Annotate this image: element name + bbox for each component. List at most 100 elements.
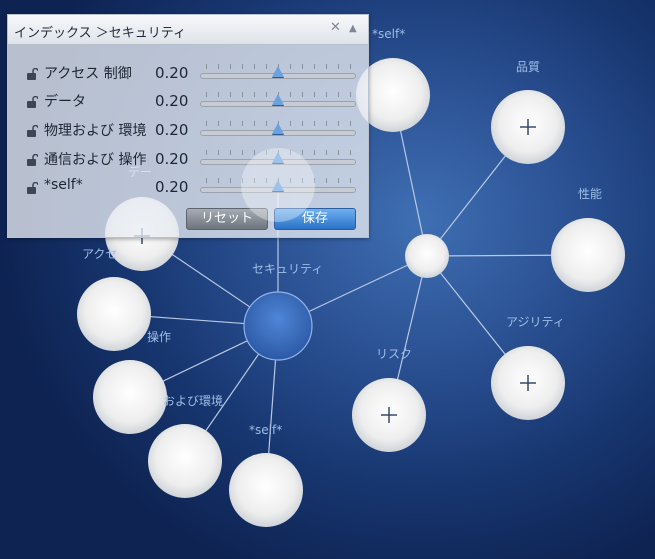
slider-tick	[266, 150, 267, 155]
slider-tick	[254, 64, 255, 69]
slider-tick	[314, 121, 315, 126]
slider-thumb[interactable]	[272, 123, 284, 134]
weight-slider[interactable]	[200, 145, 356, 171]
slider-tick	[218, 64, 219, 69]
slider-tick	[338, 150, 339, 155]
slider-tick	[350, 150, 351, 155]
slider-tick	[290, 92, 291, 97]
weight-value: 0.20	[155, 121, 189, 139]
slider-thumb[interactable]	[272, 66, 284, 77]
reset-button[interactable]: リセット	[186, 208, 268, 230]
weight-row: アクセス 制御 0.20	[8, 59, 368, 85]
slider-tick	[230, 178, 231, 183]
slider-tick	[290, 121, 291, 126]
weight-slider[interactable]	[200, 116, 356, 142]
weight-slider[interactable]	[200, 59, 356, 85]
security-label: セキュリティ	[252, 262, 323, 276]
slider-tick	[242, 92, 243, 97]
slider-tick	[206, 121, 207, 126]
weight-value: 0.20	[155, 92, 189, 110]
weight-label: 通信および 操作	[44, 152, 147, 168]
slider-tick	[302, 92, 303, 97]
self-top-label: *self*	[372, 27, 405, 41]
weight-slider[interactable]	[200, 87, 356, 113]
weight-label: 物理および 環境	[44, 123, 147, 139]
weight-value: 0.20	[155, 150, 189, 168]
slider-tick	[314, 64, 315, 69]
close-icon[interactable]: ✕	[330, 20, 341, 35]
phys-env-node[interactable]	[93, 360, 167, 434]
security-node[interactable]	[243, 291, 313, 361]
slider-tick	[314, 150, 315, 155]
performance-node[interactable]	[551, 218, 625, 292]
slider-tick	[266, 121, 267, 126]
phys-env-label: および環境	[163, 393, 223, 408]
weight-label: データ	[44, 94, 86, 110]
slider-tick	[254, 121, 255, 126]
slider-tick	[290, 64, 291, 69]
hub-node[interactable]	[405, 234, 449, 278]
slider-thumb[interactable]	[272, 152, 284, 163]
collapse-up-icon[interactable]: ▲	[349, 23, 357, 34]
quality-label: 品質	[516, 59, 540, 74]
data-node[interactable]	[148, 424, 222, 498]
weights-panel: インデックス ＞セキュリティ ✕ ▲ アクセス 制御 0.20 データ 0.20 物理お…	[7, 14, 369, 238]
weight-row: *self* 0.20	[8, 173, 368, 199]
slider-tick	[350, 178, 351, 183]
lock-icon[interactable]	[26, 68, 38, 80]
save-button[interactable]: 保存	[274, 208, 356, 230]
slider-tick	[242, 178, 243, 183]
slider-thumb[interactable]	[272, 94, 284, 105]
slider-tick	[338, 64, 339, 69]
lock-icon[interactable]	[26, 125, 38, 137]
lock-icon[interactable]	[26, 96, 38, 108]
weight-row: データ 0.20	[8, 87, 368, 113]
slider-tick	[206, 150, 207, 155]
slider-tick	[338, 121, 339, 126]
slider-tick	[350, 121, 351, 126]
slider-tick	[230, 150, 231, 155]
slider-tick	[326, 178, 327, 183]
comm-ops-node[interactable]	[77, 277, 151, 351]
weight-label: *self*	[44, 177, 83, 193]
slider-tick	[350, 92, 351, 97]
slider-thumb[interactable]	[272, 180, 284, 191]
slider-tick	[230, 64, 231, 69]
panel-header: インデックス ＞セキュリティ ✕ ▲	[8, 15, 368, 45]
weight-row: 通信および 操作 0.20	[8, 145, 368, 171]
slider-tick	[266, 92, 267, 97]
slider-tick	[218, 92, 219, 97]
slider-tick	[326, 92, 327, 97]
slider-tick	[206, 64, 207, 69]
lock-icon[interactable]	[26, 182, 38, 194]
panel-title: インデックス ＞セキュリティ	[14, 26, 186, 41]
slider-tick	[302, 150, 303, 155]
slider-tick	[314, 92, 315, 97]
risk-label: リスク	[376, 347, 412, 361]
slider-tick	[326, 121, 327, 126]
slider-tick	[266, 178, 267, 183]
slider-tick	[350, 64, 351, 69]
lock-icon[interactable]	[26, 154, 38, 166]
slider-tick	[338, 92, 339, 97]
slider-tick	[206, 178, 207, 183]
weight-value: 0.20	[155, 64, 189, 82]
weight-row: 物理および 環境 0.20	[8, 116, 368, 142]
slider-tick	[242, 121, 243, 126]
slider-tick	[290, 178, 291, 183]
slider-tick	[218, 178, 219, 183]
slider-tick	[302, 121, 303, 126]
weight-slider[interactable]	[200, 173, 356, 199]
slider-tick	[230, 121, 231, 126]
agility-label: アジリティ	[506, 315, 565, 329]
slider-tick	[242, 150, 243, 155]
slider-tick	[314, 178, 315, 183]
weight-label: アクセス 制御	[44, 66, 132, 82]
performance-label: 性能	[578, 187, 602, 201]
slider-tick	[338, 178, 339, 183]
slider-tick	[218, 121, 219, 126]
self-bottom-node[interactable]	[229, 453, 303, 527]
self-bottom-label: *self*	[249, 423, 282, 437]
slider-tick	[302, 64, 303, 69]
slider-tick	[254, 150, 255, 155]
